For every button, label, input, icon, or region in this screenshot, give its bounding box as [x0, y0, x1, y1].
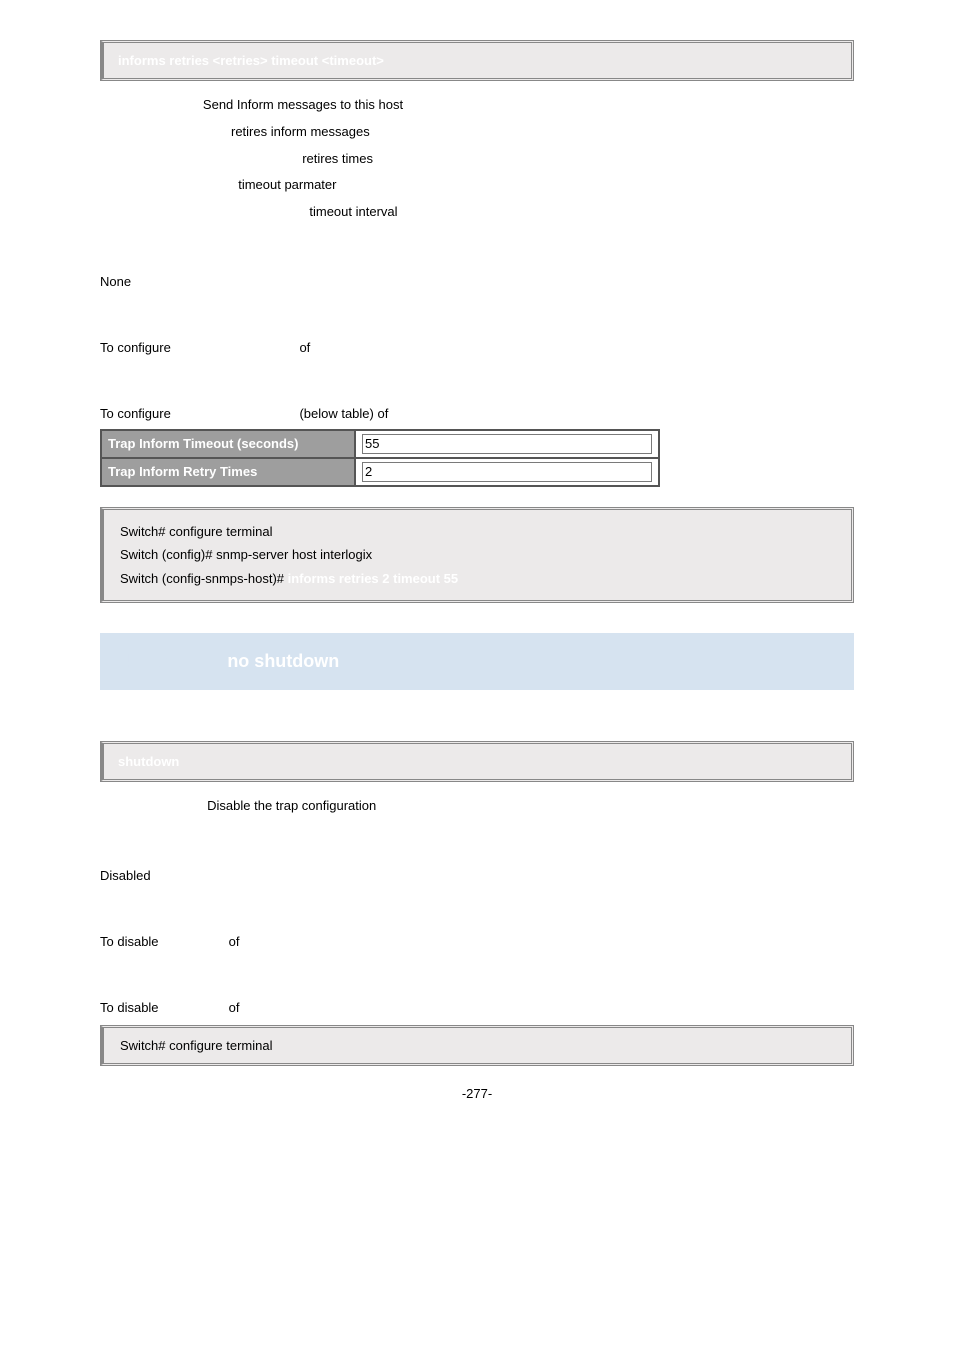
- trap-settings-table: Trap Inform Timeout (seconds) Trap Infor…: [100, 429, 660, 487]
- e2-post: of: [229, 1000, 240, 1015]
- example-terminal-box: Switch# configure terminal Switch (confi…: [100, 507, 854, 603]
- banner-number: 4.2.101: [120, 651, 180, 671]
- param-retries: retries retires inform messages: [164, 122, 854, 143]
- e2-pre: To disable: [100, 1000, 159, 1015]
- banner-title: no shutdown: [227, 651, 339, 671]
- ex-mid: (below table) of: [299, 406, 388, 421]
- default2-title: Default:: [100, 843, 854, 858]
- terminal-line: Switch (config-snmps-host)# informs retr…: [120, 567, 835, 590]
- table-row: Trap Inform Timeout (seconds): [101, 430, 659, 458]
- trap-retry-input[interactable]: [362, 462, 652, 482]
- syntax-command: informs retries <retries> timeout <timeo…: [118, 53, 384, 68]
- param-label: <timeout>: [220, 204, 282, 219]
- u2-pre: To disable: [100, 934, 159, 949]
- table-row: Trap Inform Retry Times: [101, 458, 659, 486]
- example2-title: Example:: [100, 975, 854, 990]
- usage-pre: To configure: [100, 340, 171, 355]
- param-label: retries: [164, 124, 204, 139]
- e2-tail: SNMP: [243, 1000, 281, 1015]
- param-desc: retires times: [302, 151, 373, 166]
- page-footer: -277-: [100, 1086, 854, 1101]
- terminal-line: Switch# configure terminal: [120, 520, 835, 543]
- usage-title: Usage Guide:: [100, 315, 854, 330]
- param-desc: timeout interval: [309, 204, 397, 219]
- table-value-cell: [355, 458, 659, 486]
- param-label: timeout: [164, 177, 211, 192]
- default-title: Default:: [100, 249, 854, 264]
- usage-post: of: [299, 340, 310, 355]
- usage-bold: traps informs mode: [174, 340, 295, 355]
- param-timeout-val: <timeout> timeout interval: [220, 202, 854, 223]
- u2-post: of: [229, 934, 240, 949]
- terminal-line: Switch (config)# snmp-server host interl…: [120, 543, 835, 566]
- page-content: informs retries <retries> timeout <timeo…: [0, 0, 954, 1131]
- param-timeout: timeout timeout parmater: [164, 175, 854, 196]
- ex-bold: traps informs mode: [174, 406, 295, 421]
- example-title: Example:: [100, 381, 854, 396]
- example-line: To configure traps informs mode (below t…: [100, 406, 854, 421]
- default-value: None: [100, 274, 854, 289]
- u2-tail: SNMP: [243, 934, 281, 949]
- syntax2-title: Syntax:: [100, 716, 854, 731]
- param-no: no Disable the trap configuration: [164, 796, 854, 817]
- ex-pre: To configure: [100, 406, 171, 421]
- param-desc: Send Inform messages to this host: [203, 97, 403, 112]
- example2-line: To disable trap mode of SNMP: [100, 1000, 854, 1015]
- param-retries-val: <retries> retires times: [220, 149, 854, 170]
- example2-terminal-box: Switch# configure terminal: [100, 1025, 854, 1066]
- table-header-cell: Trap Inform Timeout (seconds): [101, 430, 355, 458]
- command-banner: 4.2.101 no shutdown: [100, 633, 854, 690]
- param-label: <retries>: [220, 151, 275, 166]
- param-label: informs: [128, 97, 176, 112]
- syntax2-cmd: shutdown: [118, 754, 179, 769]
- syntax-box-2: shutdown: [100, 741, 854, 782]
- default2-value: Disabled: [100, 868, 854, 883]
- usage-tail: SNMP: [314, 340, 352, 355]
- param-desc: Disable the trap configuration: [207, 798, 376, 813]
- param-informs: informs Send Inform messages to this hos…: [128, 95, 854, 116]
- cmd-bold: informs retries 2 timeout 55: [288, 571, 459, 586]
- syntax-box-1: informs retries <retries> timeout <timeo…: [100, 40, 854, 81]
- param-desc: retires inform messages: [231, 124, 370, 139]
- e2-bold: trap mode: [162, 1000, 225, 1015]
- param-desc: timeout parmater: [238, 177, 336, 192]
- prompt: Switch (config-snmps-host)#: [120, 571, 284, 586]
- param-label: no: [164, 798, 180, 813]
- ex-tail: SNMP: [392, 406, 430, 421]
- u2-bold: trap mode: [162, 934, 225, 949]
- table-header-cell: Trap Inform Retry Times: [101, 458, 355, 486]
- table-value-cell: [355, 430, 659, 458]
- usage2-title: Usage Guide:: [100, 909, 854, 924]
- usage2-line: To disable trap mode of SNMP: [100, 934, 854, 949]
- terminal-line: Switch# configure terminal: [120, 1034, 835, 1057]
- trap-timeout-input[interactable]: [362, 434, 652, 454]
- usage-line: To configure traps informs mode of SNMP: [100, 340, 854, 355]
